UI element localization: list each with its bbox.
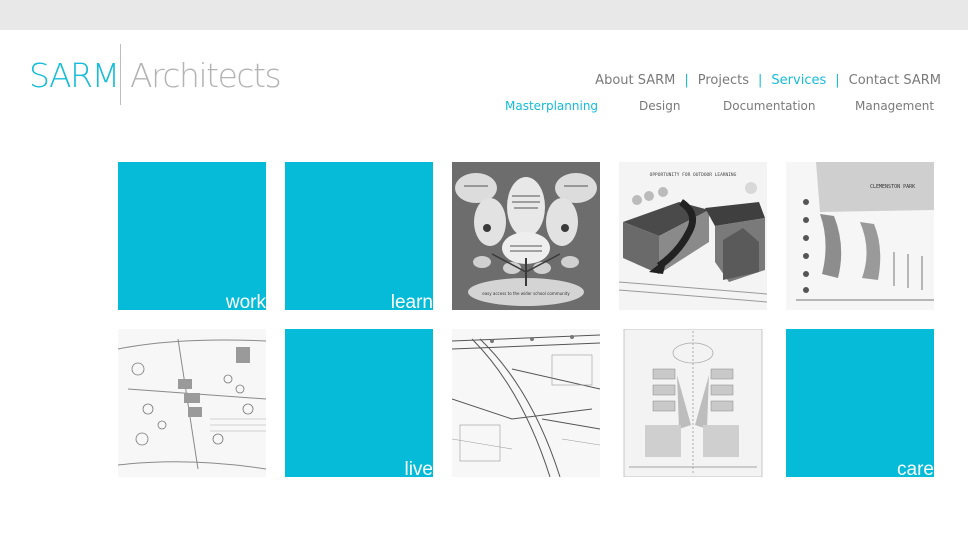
tile-label-care: care xyxy=(897,459,934,477)
layout-plan-image xyxy=(619,329,767,477)
perspective-sketch-image: OPPORTUNITY FOR OUTDOOR LEARNING xyxy=(619,162,767,310)
tile-learn[interactable]: learn xyxy=(285,162,433,310)
logo-divider xyxy=(120,44,121,105)
site-plan-image xyxy=(118,329,266,477)
logo-architects-text: Architects xyxy=(130,56,282,95)
tile-care[interactable]: care xyxy=(786,329,934,477)
park-name: CLEMENSTON PARK xyxy=(870,184,915,190)
tile-road-plan-image[interactable] xyxy=(452,329,600,477)
bubble-diagram-image: easy access to the wider school communit… xyxy=(452,162,600,310)
tile-layout-plan-image[interactable] xyxy=(619,329,767,477)
nav-about[interactable]: About SARM xyxy=(595,73,675,88)
top-bar xyxy=(0,0,968,30)
tile-park-plan-image[interactable]: CLEMENSTON PARK xyxy=(786,162,934,310)
perspective-title: OPPORTUNITY FOR OUTDOOR LEARNING xyxy=(650,172,737,178)
main-nav: About SARM | Projects | Services | Contact SAR… xyxy=(595,73,941,88)
park-plan-image: CLEMENSTON PARK xyxy=(786,162,934,310)
subnav-masterplanning[interactable]: Masterplanning xyxy=(505,99,598,113)
tile-diagram-image[interactable]: easy access to the wider school communit… xyxy=(452,162,600,310)
nav-services[interactable]: Services xyxy=(771,73,826,88)
nav-projects[interactable]: Projects xyxy=(698,73,749,88)
nav-contact[interactable]: Contact SARM xyxy=(849,73,941,88)
tile-perspective-image[interactable]: OPPORTUNITY FOR OUTDOOR LEARNING xyxy=(619,162,767,310)
subnav-management[interactable]: Management xyxy=(855,99,934,113)
tile-site-plan-image[interactable] xyxy=(118,329,266,477)
tile-live[interactable]: live xyxy=(285,329,433,477)
tile-work[interactable]: work xyxy=(118,162,266,310)
sub-nav: Masterplanning Design Documentation Mana… xyxy=(0,99,968,117)
tile-label-live: live xyxy=(404,459,433,477)
tile-label-work: work xyxy=(225,292,266,310)
nav-separator: | xyxy=(758,73,763,88)
subnav-design[interactable]: Design xyxy=(639,99,680,113)
nav-separator: | xyxy=(835,73,840,88)
subnav-documentation[interactable]: Documentation xyxy=(723,99,816,113)
logo-sarm-text: SARM xyxy=(29,56,120,95)
road-plan-image xyxy=(452,329,600,477)
tile-label-learn: learn xyxy=(390,292,433,310)
nav-separator: | xyxy=(684,73,689,88)
diagram-caption: easy access to the wider school communit… xyxy=(482,291,570,296)
